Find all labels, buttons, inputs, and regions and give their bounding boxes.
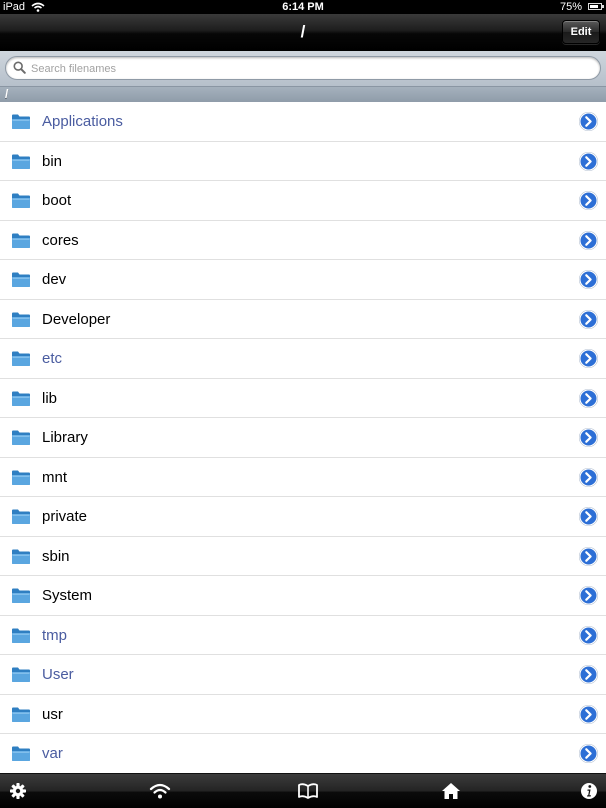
file-name-label: bin bbox=[42, 152, 63, 170]
clock-label: 6:14 PM bbox=[282, 1, 324, 13]
search-input[interactable] bbox=[29, 59, 593, 79]
home-icon[interactable] bbox=[440, 781, 462, 801]
list-item[interactable]: cores bbox=[0, 220, 606, 260]
list-item[interactable]: Developer bbox=[0, 299, 606, 339]
list-item[interactable]: System bbox=[0, 576, 606, 616]
wifi-icon[interactable] bbox=[149, 781, 171, 801]
file-name-label: sbin bbox=[42, 547, 70, 565]
disclosure-button-icon[interactable] bbox=[579, 270, 598, 289]
list-item[interactable]: private bbox=[0, 497, 606, 537]
list-item[interactable]: mnt bbox=[0, 457, 606, 497]
folder-icon bbox=[12, 272, 30, 287]
file-name-label: dev bbox=[42, 271, 67, 288]
path-label: / bbox=[5, 87, 9, 101]
disclosure-button-icon[interactable] bbox=[579, 467, 598, 487]
file-name-label: lib bbox=[42, 389, 58, 407]
edit-button[interactable]: Edit bbox=[562, 20, 600, 44]
folder-icon bbox=[12, 312, 30, 327]
disclosure-button-icon[interactable] bbox=[579, 349, 598, 368]
path-section-header: / bbox=[0, 87, 606, 102]
file-name-label: System bbox=[42, 587, 93, 604]
file-name-label: boot bbox=[42, 192, 72, 209]
list-item[interactable]: lib bbox=[0, 378, 606, 418]
list-item[interactable]: dev bbox=[0, 260, 606, 300]
file-name-label: Library bbox=[42, 429, 88, 446]
navigation-bar: / Edit bbox=[0, 14, 606, 51]
folder-icon bbox=[12, 391, 30, 406]
folder-icon bbox=[12, 193, 30, 208]
file-name-label: var bbox=[42, 745, 63, 762]
bottom-toolbar bbox=[0, 773, 606, 808]
disclosure-button-icon[interactable] bbox=[579, 744, 598, 763]
disclosure-button-icon[interactable] bbox=[579, 704, 598, 724]
battery-icon bbox=[588, 3, 604, 10]
disclosure-button-icon[interactable] bbox=[579, 546, 598, 566]
disclosure-button-icon[interactable] bbox=[579, 151, 598, 171]
search-icon bbox=[13, 61, 26, 74]
list-item[interactable]: Library bbox=[0, 418, 606, 458]
folder-icon bbox=[12, 351, 30, 366]
file-name-label: private bbox=[42, 508, 88, 525]
disclosure-button-icon[interactable] bbox=[579, 507, 598, 526]
list-item[interactable]: etc bbox=[0, 339, 606, 379]
disclosure-button-icon[interactable] bbox=[579, 230, 598, 250]
disclosure-button-icon[interactable] bbox=[579, 388, 598, 408]
folder-icon bbox=[12, 154, 30, 169]
folder-icon bbox=[12, 588, 30, 603]
info-icon[interactable] bbox=[578, 781, 600, 801]
file-name-label: usr bbox=[42, 705, 63, 723]
list-item[interactable]: usr bbox=[0, 694, 606, 734]
folder-icon bbox=[12, 549, 30, 564]
app-window: iPad 6:14 PM 75% / Edit / Applications bi… bbox=[0, 0, 606, 808]
folder-icon bbox=[12, 233, 30, 248]
file-name-label: mnt bbox=[42, 468, 68, 486]
page-title: / bbox=[300, 22, 306, 41]
folder-icon bbox=[12, 430, 30, 445]
search-bar bbox=[0, 51, 606, 87]
folder-icon bbox=[12, 707, 30, 722]
disclosure-button-icon[interactable] bbox=[579, 665, 598, 684]
disclosure-button-icon[interactable] bbox=[579, 112, 598, 131]
gear-icon[interactable] bbox=[7, 781, 29, 801]
list-item[interactable]: boot bbox=[0, 181, 606, 221]
disclosure-button-icon[interactable] bbox=[579, 428, 598, 447]
list-item[interactable]: bin bbox=[0, 141, 606, 181]
file-name-label: tmp bbox=[42, 626, 68, 644]
list-item[interactable]: tmp bbox=[0, 615, 606, 655]
folder-icon bbox=[12, 667, 30, 682]
disclosure-button-icon[interactable] bbox=[579, 191, 598, 210]
disclosure-button-icon[interactable] bbox=[579, 309, 598, 329]
folder-icon bbox=[12, 628, 30, 643]
list-item[interactable]: sbin bbox=[0, 536, 606, 576]
list-item[interactable]: Applications bbox=[0, 102, 606, 142]
file-name-label: cores bbox=[42, 231, 79, 249]
file-name-label: Applications bbox=[42, 113, 123, 130]
file-name-label: User bbox=[42, 666, 74, 683]
search-field[interactable] bbox=[5, 56, 601, 80]
status-bar: iPad 6:14 PM 75% bbox=[0, 0, 606, 14]
folder-icon bbox=[12, 746, 30, 761]
file-name-label: Developer bbox=[42, 310, 111, 328]
file-name-label: etc bbox=[42, 350, 63, 367]
folder-icon bbox=[12, 114, 30, 129]
file-list: Applications bin boot cores dev Developer etc l… bbox=[0, 102, 606, 773]
list-item[interactable]: var bbox=[0, 734, 606, 773]
disclosure-button-icon[interactable] bbox=[579, 625, 598, 645]
folder-icon bbox=[12, 470, 30, 485]
list-item[interactable]: User bbox=[0, 655, 606, 695]
battery-percent-label: 75% bbox=[559, 1, 582, 13]
disclosure-button-icon[interactable] bbox=[579, 586, 598, 605]
folder-icon bbox=[12, 509, 30, 524]
book-icon[interactable] bbox=[297, 781, 319, 801]
